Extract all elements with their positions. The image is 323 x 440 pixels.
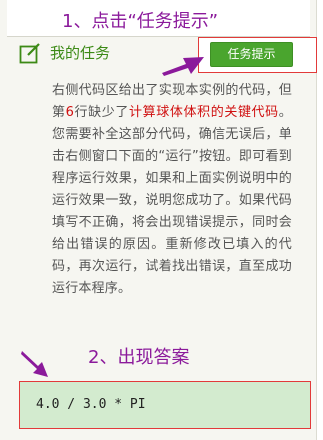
highlighted-key-code-text: 计算球体体积的关键代码 [129, 105, 279, 120]
task-hint-button[interactable]: 任务提示 [210, 42, 293, 67]
task-description: 右侧代码区给出了实现本实例的代码，但第6行缺少了计算球体体积的关键代码。您需要补… [52, 80, 292, 300]
edit-square-icon [19, 43, 40, 64]
task-panel: 1、点击“任务提示” 我的任务 任务提示 右侧代码区给出了实现本实例的代码，但第… [0, 0, 317, 440]
description-text: 。您需要补全这部分代码，确信无误后，单击右侧窗口下面的“运行”按钮。即可看到程序… [52, 105, 292, 296]
annotation-step-2: 2、出现答案 [88, 347, 190, 368]
task-title: 我的任务 [50, 44, 111, 62]
answer-code: 4.0 / 3.0 * PI [36, 397, 146, 412]
answer-box: 4.0 / 3.0 * PI [19, 381, 311, 429]
missing-line-number: 6 [65, 105, 75, 120]
hint-button-highlight: 任务提示 [198, 37, 317, 73]
description-text: 行缺少了 [74, 105, 129, 120]
annotation-step-1: 1、点击“任务提示” [62, 11, 219, 32]
